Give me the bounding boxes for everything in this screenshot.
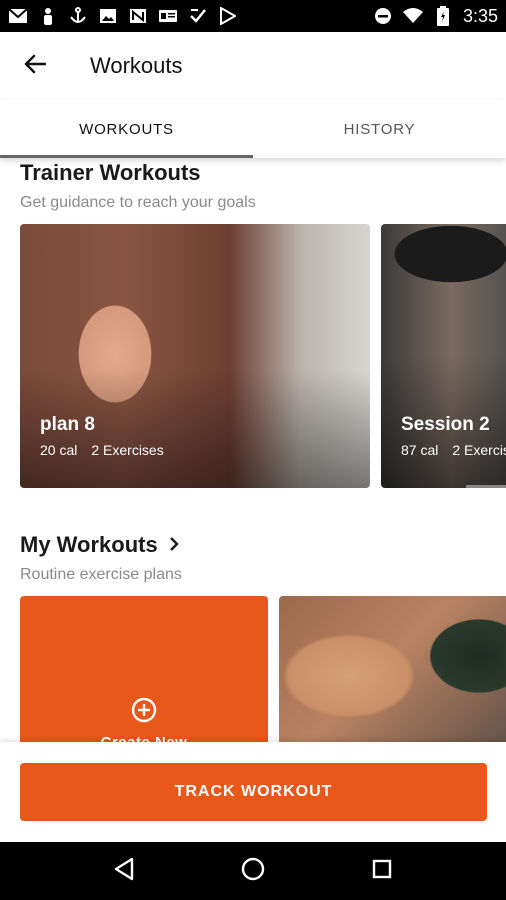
system-nav-bar xyxy=(0,842,506,900)
nav-back-button[interactable] xyxy=(104,851,144,891)
tab-bar: WORKOUTS HISTORY xyxy=(0,100,506,158)
workouts-content[interactable]: Trainer Workouts Get guidance to reach y… xyxy=(0,158,506,742)
my-workouts-header[interactable]: My Workouts xyxy=(20,532,180,558)
checklist-icon xyxy=(188,7,208,25)
id-card-icon xyxy=(158,7,178,25)
system-icons: 3:35 xyxy=(373,6,498,27)
workout-card-plan-8[interactable]: plan 8 20 cal 2 Exercises xyxy=(20,224,370,488)
my-workouts-title: My Workouts xyxy=(20,532,158,557)
chevron-right-icon xyxy=(168,532,180,558)
status-time: 3:35 xyxy=(462,5,498,26)
battery-icon xyxy=(433,6,453,26)
carousel-scroll-indicator xyxy=(466,485,506,488)
person-icon xyxy=(38,7,58,25)
wifi-icon xyxy=(402,7,423,25)
workout-card-session-2[interactable]: Session 2 87 cal 2 Exercis xyxy=(381,224,506,488)
page-title: Workouts xyxy=(90,53,183,78)
recents-square-icon xyxy=(371,858,393,885)
bottom-action-area: TRACK WORKOUT xyxy=(0,742,506,842)
gmail-icon xyxy=(8,7,28,25)
status-bar: 3:35 xyxy=(0,0,506,32)
trainer-workouts-subtitle: Get guidance to reach your goals xyxy=(20,194,256,211)
add-circle-icon xyxy=(130,696,158,724)
my-workouts-subtitle: Routine exercise plans xyxy=(20,566,182,583)
arrow-back-icon xyxy=(24,53,47,80)
anchor-icon xyxy=(68,7,88,25)
create-new-workout-card[interactable]: Create New xyxy=(20,596,268,742)
news-icon xyxy=(128,7,148,25)
workout-photo-card[interactable] xyxy=(279,596,506,742)
play-store-icon xyxy=(218,7,238,25)
track-workout-button[interactable]: TRACK WORKOUT xyxy=(20,763,487,821)
trainer-workouts-title: Trainer Workouts xyxy=(20,160,201,185)
workout-card-meta: 87 cal 2 Exercis xyxy=(401,442,506,458)
app-bar: Workouts xyxy=(0,32,506,100)
workout-card-exercises: 2 Exercis xyxy=(452,442,506,458)
nav-recents-button[interactable] xyxy=(362,851,402,891)
workout-card-name: plan 8 xyxy=(40,414,95,435)
tab-workouts[interactable]: WORKOUTS xyxy=(0,100,253,158)
workout-card-calories: 20 cal xyxy=(40,442,78,458)
tab-history[interactable]: HISTORY xyxy=(253,100,506,158)
create-new-label: Create New xyxy=(20,734,268,742)
notification-icons xyxy=(8,7,238,25)
workout-card-meta: 20 cal 2 Exercises xyxy=(40,442,164,458)
home-circle-icon xyxy=(240,856,266,887)
workout-card-name: Session 2 xyxy=(401,414,490,435)
do-not-disturb-icon xyxy=(373,7,393,25)
back-button[interactable] xyxy=(0,32,70,100)
workout-card-exercises: 2 Exercises xyxy=(91,442,164,458)
image-icon xyxy=(98,7,118,25)
workout-card-calories: 87 cal xyxy=(401,442,439,458)
nav-home-button[interactable] xyxy=(233,851,273,891)
back-triangle-icon xyxy=(113,857,135,886)
